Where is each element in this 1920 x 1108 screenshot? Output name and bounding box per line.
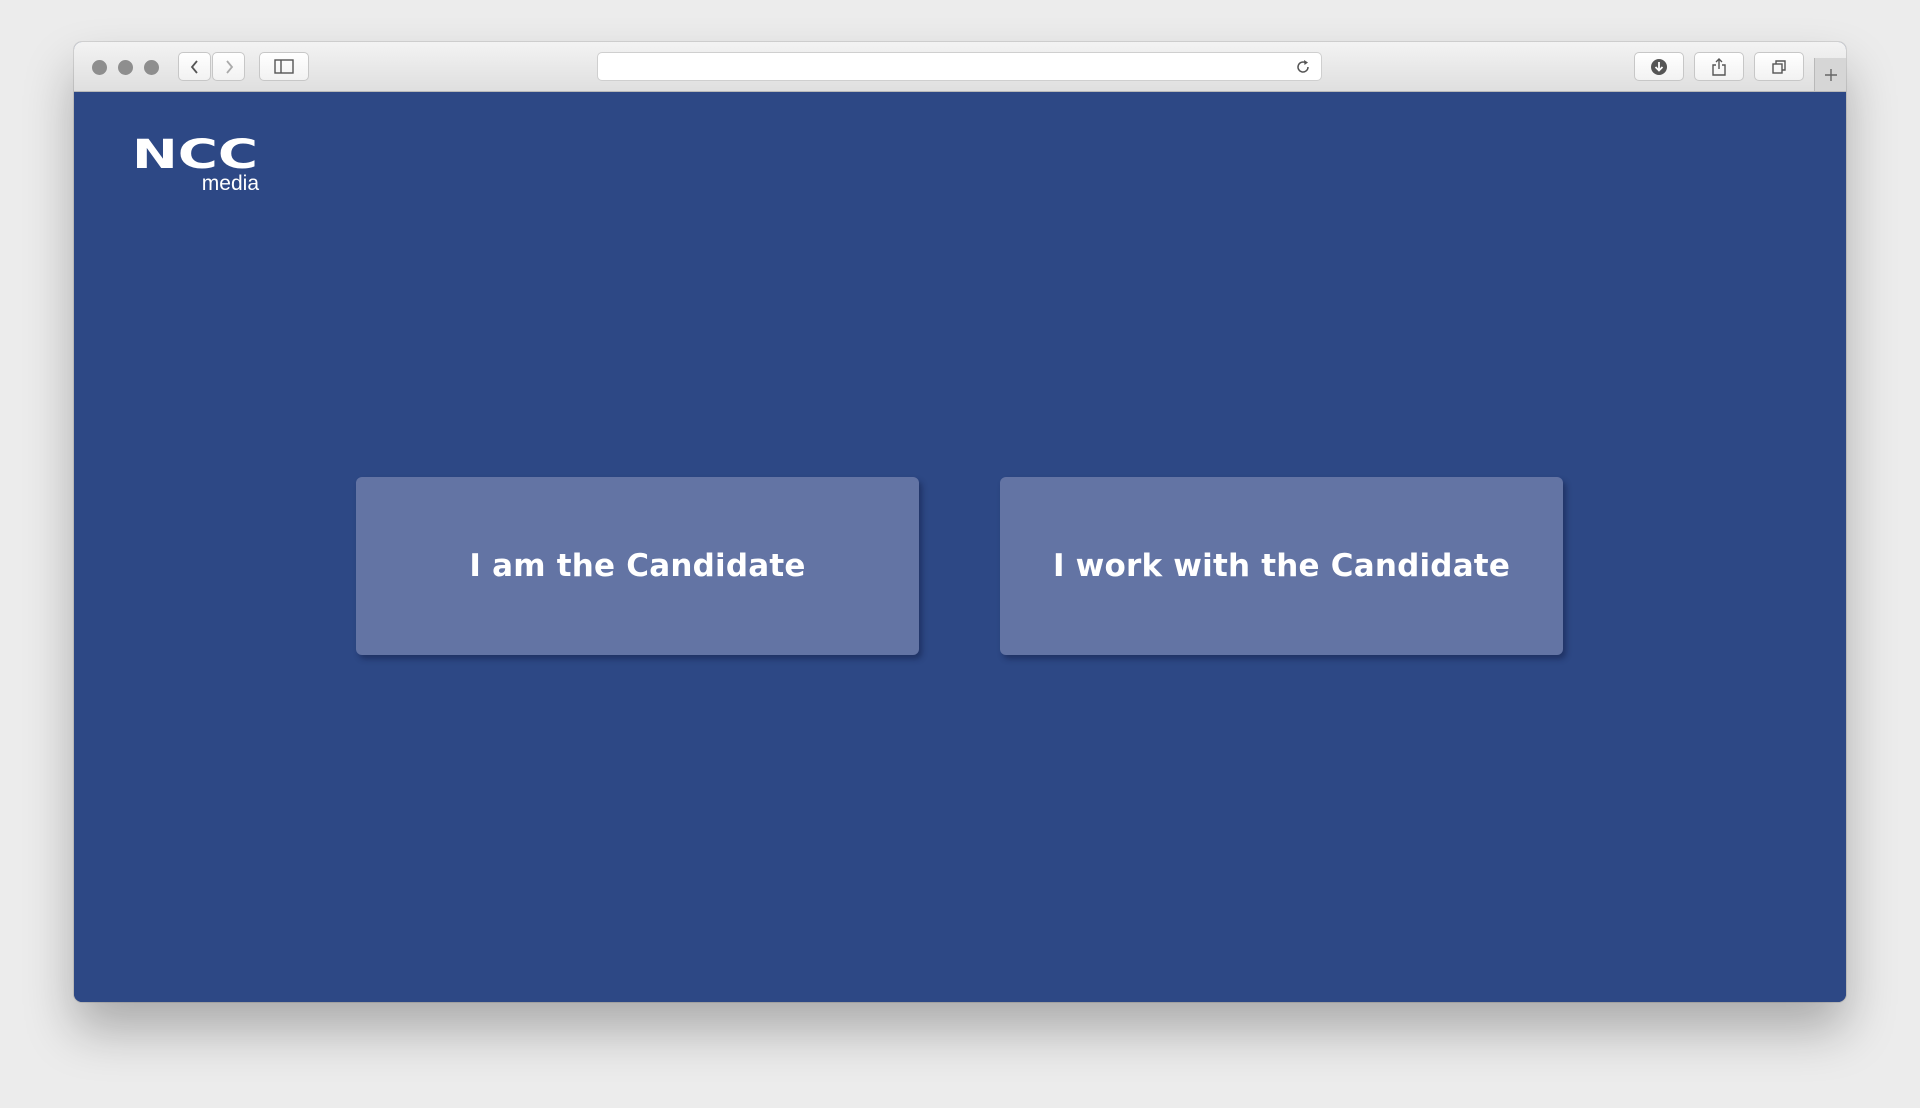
share-icon <box>1712 57 1726 76</box>
downloads-button[interactable] <box>1634 52 1684 81</box>
plus-icon <box>1824 68 1837 81</box>
ncc-media-logo: NCC media <box>132 134 260 192</box>
sidebar-toggle-button[interactable] <box>259 52 309 81</box>
page-content: NCC media I am the Candidate I work with… <box>74 92 1846 1002</box>
forward-button[interactable] <box>212 52 245 81</box>
candidate-button-label: I am the Candidate <box>469 548 806 584</box>
close-window-button[interactable] <box>92 60 107 75</box>
browser-toolbar <box>74 42 1846 92</box>
download-icon <box>1651 58 1667 75</box>
address-bar[interactable] <box>597 52 1322 81</box>
reload-icon[interactable] <box>1295 59 1311 75</box>
browser-window: NCC media I am the Candidate I work with… <box>74 42 1846 1002</box>
zoom-window-button[interactable] <box>144 60 159 75</box>
show-tabs-button[interactable] <box>1754 52 1804 81</box>
works-with-candidate-button[interactable]: I work with the Candidate <box>1000 477 1563 655</box>
tabs-icon <box>1772 59 1786 74</box>
chevron-left-icon <box>190 59 198 74</box>
works-with-candidate-button-label: I work with the Candidate <box>1052 548 1511 584</box>
share-button[interactable] <box>1694 52 1744 81</box>
candidate-button[interactable]: I am the Candidate <box>356 477 919 655</box>
back-button[interactable] <box>178 52 211 81</box>
sidebar-icon <box>274 59 294 74</box>
minimize-window-button[interactable] <box>118 60 133 75</box>
chevron-right-icon <box>225 59 233 74</box>
new-tab-button[interactable] <box>1814 58 1846 91</box>
logo-sub: media <box>202 172 260 192</box>
